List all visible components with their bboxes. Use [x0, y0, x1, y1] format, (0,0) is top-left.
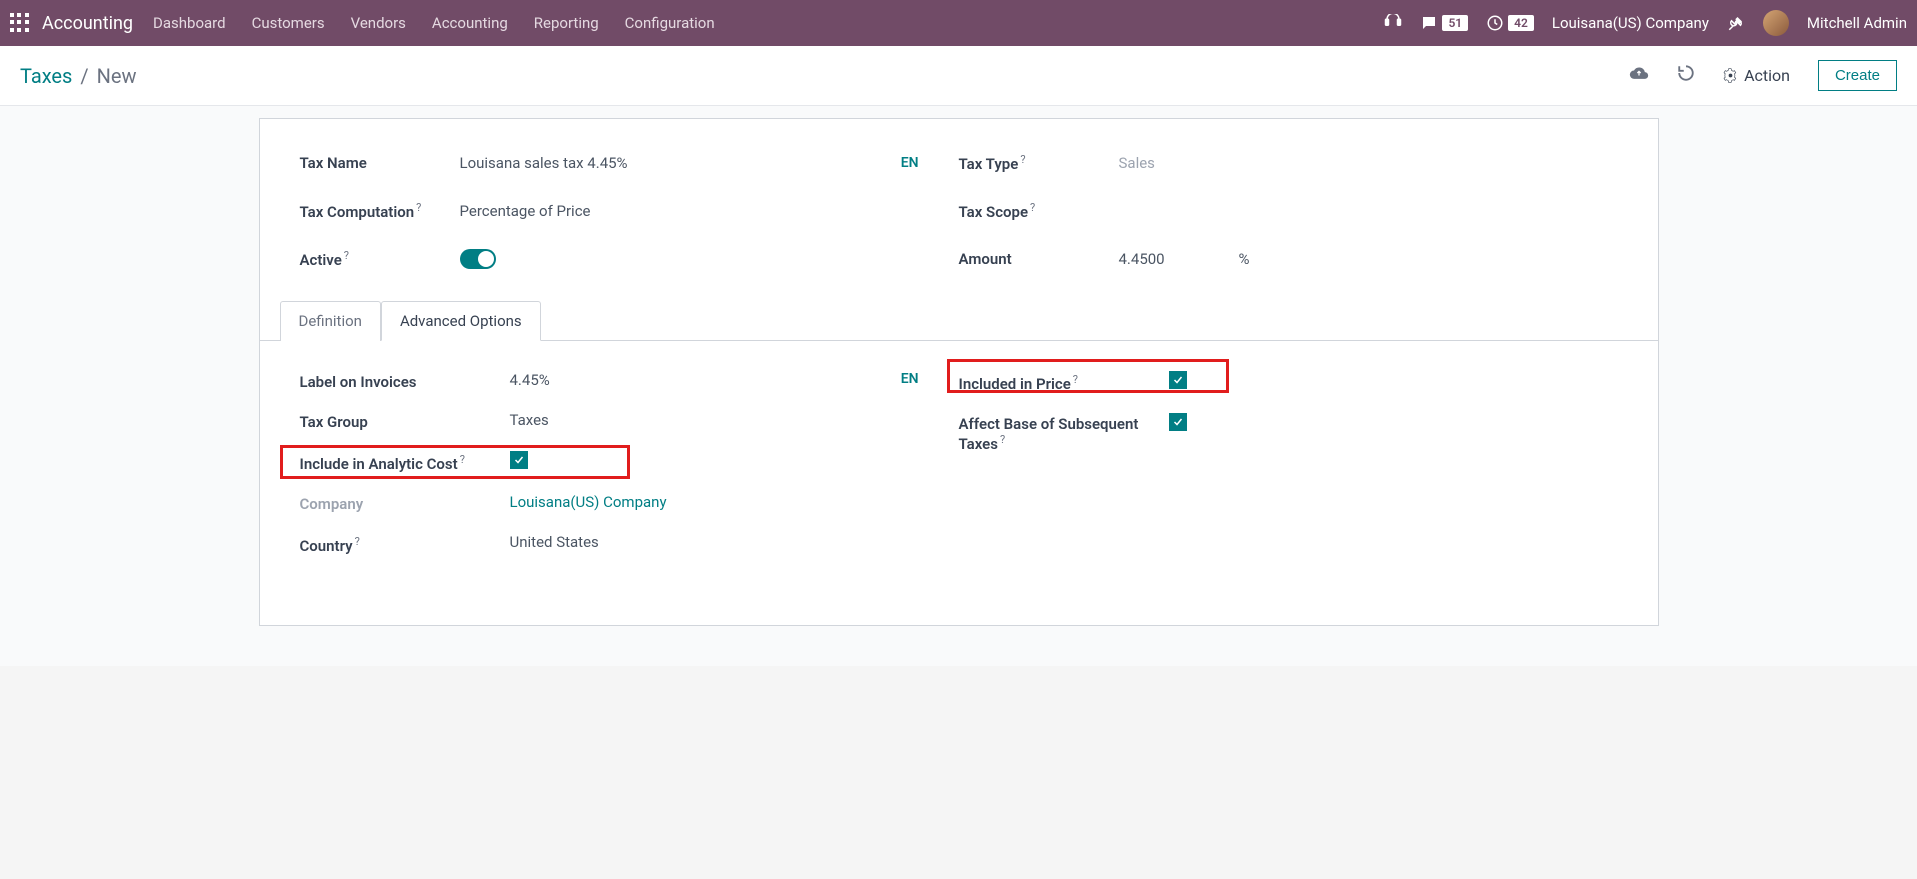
breadcrumb: Taxes / New	[20, 64, 137, 88]
nav-customers[interactable]: Customers	[252, 14, 325, 32]
control-bar: Taxes / New Action Create	[0, 46, 1917, 106]
help-icon[interactable]: ?	[416, 201, 421, 214]
include-analytic-label: Include in Analytic Cost?	[300, 451, 510, 473]
avatar[interactable]	[1763, 10, 1789, 36]
affect-base-checkbox[interactable]	[1169, 413, 1187, 431]
apps-icon[interactable]	[10, 13, 30, 33]
include-analytic-checkbox[interactable]	[510, 451, 528, 469]
cloud-save-icon[interactable]	[1629, 63, 1649, 88]
help-icon[interactable]: ?	[344, 249, 349, 262]
tax-type-label: Tax Type?	[959, 153, 1119, 173]
action-button[interactable]: Action	[1723, 66, 1790, 85]
country-value[interactable]: United States	[510, 533, 599, 551]
tax-name-value[interactable]: Louisana sales tax 4.45%	[460, 154, 628, 172]
lang-badge[interactable]: EN	[901, 371, 919, 387]
app-brand[interactable]: Accounting	[42, 13, 133, 34]
create-button[interactable]: Create	[1818, 60, 1897, 91]
tab-advanced-options[interactable]: Advanced Options	[381, 301, 541, 341]
amount-value[interactable]: 4.4500	[1119, 250, 1239, 268]
nav-reporting[interactable]: Reporting	[534, 14, 599, 32]
affect-base-label: Affect Base of Subsequent Taxes?	[959, 413, 1169, 453]
tab-definition[interactable]: Definition	[280, 301, 381, 341]
tabs: Definition Advanced Options	[260, 301, 1658, 341]
breadcrumb-current: New	[97, 64, 137, 88]
tax-type-value[interactable]: Sales	[1119, 154, 1155, 172]
help-icon[interactable]: ?	[1020, 153, 1025, 166]
company-selector[interactable]: Louisana(US) Company	[1552, 14, 1709, 32]
tools-icon[interactable]	[1727, 14, 1745, 32]
nav-accounting[interactable]: Accounting	[432, 14, 508, 32]
help-icon[interactable]: ?	[460, 453, 465, 466]
amount-label: Amount	[959, 250, 1119, 268]
top-navbar: Accounting Dashboard Customers Vendors A…	[0, 0, 1917, 46]
active-toggle[interactable]	[460, 249, 496, 269]
tax-group-value[interactable]: Taxes	[510, 411, 549, 429]
activity-badge: 42	[1508, 15, 1534, 31]
phone-icon[interactable]	[1384, 14, 1402, 32]
help-icon[interactable]: ?	[1030, 201, 1035, 214]
nav-configuration[interactable]: Configuration	[625, 14, 715, 32]
action-label: Action	[1744, 66, 1790, 85]
included-price-label: Included in Price?	[959, 371, 1169, 393]
discuss-icon[interactable]: 51	[1420, 14, 1468, 32]
label-invoices-label: Label on Invoices	[300, 371, 510, 391]
tax-group-label: Tax Group	[300, 411, 510, 431]
nav-vendors[interactable]: Vendors	[351, 14, 406, 32]
label-invoices-value[interactable]: 4.45%	[510, 371, 550, 389]
tax-name-label: Tax Name	[300, 154, 460, 172]
nav-menu: Dashboard Customers Vendors Accounting R…	[153, 14, 715, 32]
company-value[interactable]: Louisana(US) Company	[510, 493, 667, 511]
tax-computation-label: Tax Computation?	[300, 201, 460, 221]
breadcrumb-parent[interactable]: Taxes	[20, 64, 72, 88]
amount-unit: %	[1239, 250, 1250, 268]
lang-badge[interactable]: EN	[901, 155, 919, 171]
active-label: Active?	[300, 249, 460, 269]
company-label: Company	[300, 493, 510, 513]
tax-computation-value[interactable]: Percentage of Price	[460, 202, 591, 220]
tax-scope-label: Tax Scope?	[959, 201, 1119, 221]
included-price-checkbox[interactable]	[1169, 371, 1187, 389]
form-card: Tax Name Louisana sales tax 4.45% EN Tax…	[259, 118, 1659, 626]
help-icon[interactable]: ?	[355, 535, 360, 548]
help-icon[interactable]: ?	[1073, 373, 1078, 386]
breadcrumb-sep: /	[80, 64, 88, 88]
activity-icon[interactable]: 42	[1486, 14, 1534, 32]
help-icon[interactable]: ?	[1000, 433, 1005, 446]
nav-dashboard[interactable]: Dashboard	[153, 14, 226, 32]
user-name[interactable]: Mitchell Admin	[1807, 14, 1907, 32]
discard-icon[interactable]	[1677, 64, 1695, 87]
country-label: Country?	[300, 533, 510, 555]
discuss-badge: 51	[1442, 15, 1468, 31]
